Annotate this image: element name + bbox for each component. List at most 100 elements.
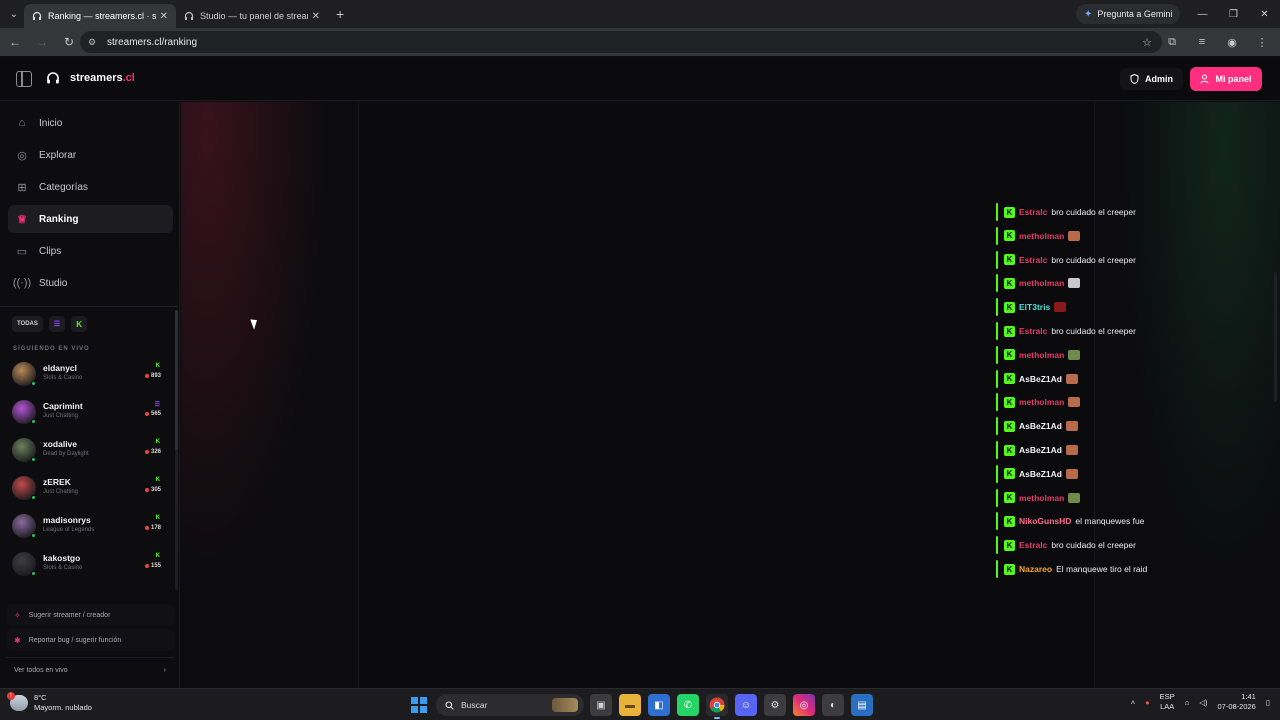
chat-username[interactable]: AsBeZ1Ad (1019, 469, 1062, 479)
taskbar-search[interactable]: Buscar (436, 694, 584, 716)
chat-username[interactable]: ElT3tris (1019, 302, 1050, 312)
chat-message: Kmetholman (996, 273, 1081, 293)
streamer-row[interactable]: xodalive Dead by Daylight K 326 (10, 435, 165, 469)
chat-username[interactable]: metholman (1019, 231, 1064, 241)
film-icon: ▭ (16, 245, 28, 258)
chat-username[interactable]: Estralc (1019, 540, 1047, 550)
sidebar-item-ranking[interactable]: ♕ Ranking (8, 205, 173, 233)
main-scrollbar[interactable] (1274, 272, 1277, 402)
chevron-up-icon[interactable]: ˄ (1131, 698, 1135, 707)
filter-kick-chip[interactable]: K (71, 316, 87, 332)
site-info-icon[interactable]: ⚙ (88, 36, 100, 48)
tab-search-icon[interactable]: ⌄ (4, 4, 24, 24)
sidebar-item-clips[interactable]: ▭ Clips (8, 237, 173, 265)
reload-icon[interactable]: ↻ (57, 30, 81, 54)
instagram-icon[interactable]: ◎ (793, 694, 815, 716)
sidebar-divider (0, 306, 178, 307)
kick-badge-icon: K (1004, 420, 1015, 432)
task-view-icon[interactable]: ▣ (590, 694, 612, 716)
weather-widget[interactable]: ! 8°C Mayorm. nublado (7, 692, 92, 713)
see-all-label: Ver todos en vivo (14, 666, 68, 674)
forward-icon[interactable]: → (30, 30, 54, 54)
chrome-icon[interactable] (706, 694, 728, 719)
chat-username[interactable]: Estralc (1019, 326, 1047, 336)
discord-icon[interactable]: ☺ (735, 694, 757, 716)
notepad-icon[interactable]: ▤ (851, 694, 873, 716)
chat-username[interactable]: AsBeZ1Ad (1019, 445, 1062, 455)
language-indicator[interactable]: ESP LAA (1160, 692, 1175, 712)
sidebar-item-studio[interactable]: ((·)) Studio (8, 269, 173, 297)
chat-username[interactable]: metholman (1019, 350, 1064, 360)
kick-badge-icon: K (1004, 277, 1015, 289)
chat-message: K Estralc bro cuidado el creeper (996, 250, 1136, 270)
chat-message: K Estralc bro cuidado el creeper (996, 535, 1136, 555)
sidebar-item-explorar[interactable]: ◎ Explorar (8, 141, 173, 169)
chat-username[interactable]: metholman (1019, 278, 1064, 288)
back-icon[interactable]: ← (3, 30, 27, 54)
address-bar[interactable]: ⚙ streamers.cl/ranking ☆ (80, 31, 1162, 53)
sidebar-item-categorias[interactable]: ⊞ Categorías (8, 173, 173, 201)
report-bug-link[interactable]: ✱ Reportar bug / sugerir función (6, 629, 174, 651)
microphone-icon[interactable]: ● (1145, 698, 1150, 707)
browser-tab-ranking[interactable]: Ranking — streamers.cl · streamers ✕ (24, 4, 176, 28)
restore-icon[interactable]: ❐ (1218, 0, 1249, 28)
notifications-icon[interactable]: ▯ (1266, 698, 1270, 707)
viewers-dot-icon (144, 488, 149, 492)
see-all-live-link[interactable]: Ver todos en vivo › (6, 660, 174, 680)
file-explorer-icon[interactable]: ▬ (619, 694, 641, 716)
broadcast-icon: ((·)) (12, 277, 32, 289)
streamer-row[interactable]: zEREK Just Chatting K 305 (10, 473, 165, 507)
clock-date: 07-08-2026 (1217, 702, 1256, 711)
close-window-icon[interactable]: ✕ (1249, 0, 1280, 28)
steam-icon[interactable]: ⚙ (764, 694, 786, 716)
kick-icon: K (155, 477, 160, 483)
sidebar-item-inicio[interactable]: ⌂ Inicio (8, 109, 173, 137)
close-tab-icon[interactable]: ✕ (160, 11, 168, 22)
site-logo[interactable]: streamers.cl (46, 71, 135, 85)
streamer-row[interactable]: madisonrys League of Legends K 178 (10, 511, 165, 545)
network-icon[interactable]: ⌂ (1185, 698, 1190, 707)
chat-username[interactable]: AsBeZ1Ad (1019, 374, 1062, 384)
streamer-row[interactable]: Caprimint Just Chatting ☰ 565 (10, 397, 165, 431)
bookmark-star-icon[interactable]: ☆ (1142, 36, 1152, 49)
my-panel-button[interactable]: Mi panel (1190, 67, 1262, 91)
chat-username[interactable]: Estralc (1019, 255, 1047, 265)
chat-accent-bar (996, 560, 998, 578)
sidebar-toggle-icon[interactable] (16, 71, 32, 87)
media-icon[interactable]: ≡ (1190, 30, 1214, 54)
filter-all-chip[interactable]: TODAS (12, 316, 43, 332)
chat-username[interactable]: metholman (1019, 397, 1064, 407)
headphones-icon (184, 11, 194, 21)
kick-badge-icon: K (1004, 396, 1015, 408)
menu-kebab-icon[interactable]: ⋮ (1250, 30, 1274, 54)
volume-icon[interactable]: ◁) (1199, 698, 1207, 707)
whatsapp-icon[interactable]: ✆ (677, 694, 699, 716)
store-icon[interactable]: ◧ (648, 694, 670, 716)
suggest-streamer-link[interactable]: ✧ Sugerir streamer / creador (6, 604, 174, 626)
chat-username[interactable]: Nazareo (1019, 564, 1052, 574)
sidebar-item-label: Explorar (39, 149, 77, 161)
system-clock[interactable]: 1:41 07-08-2026 (1217, 692, 1255, 712)
windows-start-icon[interactable] (411, 697, 427, 713)
new-tab-icon[interactable]: + (336, 6, 344, 22)
streamer-row[interactable]: kakostgo Slots & Casino K 155 (10, 549, 165, 583)
emote-icon (1065, 445, 1078, 455)
admin-button[interactable]: Admin (1120, 68, 1183, 90)
viewers-dot-icon (144, 374, 149, 378)
profile-avatar-icon[interactable]: ◉ (1220, 30, 1244, 54)
chat-text: bro cuidado el creeper (1051, 207, 1136, 217)
sidebar-scrollbar[interactable] (175, 310, 178, 590)
minimize-icon[interactable]: — (1187, 0, 1218, 28)
extensions-icon[interactable]: ⧉ (1160, 30, 1184, 54)
chat-username[interactable]: AsBeZ1Ad (1019, 421, 1062, 431)
chat-username[interactable]: Estralc (1019, 207, 1047, 217)
streamer-row[interactable]: eldanycl Slots & Casino K 893 (10, 359, 165, 393)
browser-tab-studio[interactable]: Studio — tu panel de streamers ✕ (176, 4, 328, 28)
chat-username[interactable]: metholman (1019, 493, 1064, 503)
chat-username[interactable]: NikoGunsHD (1019, 516, 1071, 526)
close-tab-icon[interactable]: ✕ (312, 11, 320, 22)
filter-twitch-chip[interactable]: ☰ (48, 316, 66, 332)
streamer-category: Dead by Daylight (43, 451, 89, 457)
app-icon[interactable]: ◐ (822, 694, 844, 716)
gemini-button[interactable]: ✦ Pregunta a Gemini (1076, 4, 1181, 24)
